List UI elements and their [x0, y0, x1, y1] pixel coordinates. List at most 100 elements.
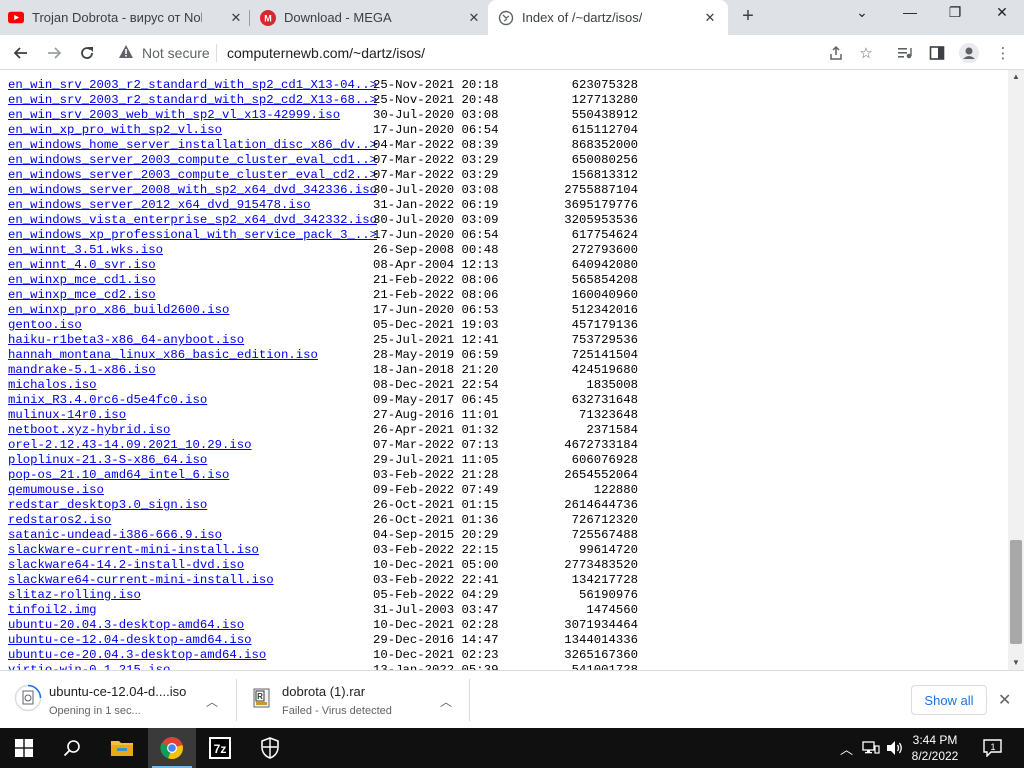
file-explorer-icon[interactable]: [98, 728, 146, 768]
scroll-down-arrow-icon[interactable]: ▼: [1008, 656, 1024, 670]
tab-index[interactable]: Index of /~dartz/isos/ ✕: [488, 0, 728, 35]
side-panel-icon[interactable]: [927, 43, 947, 63]
address-bar[interactable]: Not secure computernewb.com/~dartz/isos/: [108, 39, 888, 67]
reload-icon[interactable]: [76, 42, 98, 64]
new-tab-icon[interactable]: +: [738, 5, 758, 28]
file-link[interactable]: en_windows_server_2012_x64_dvd_915478.is…: [8, 198, 311, 213]
system-clock[interactable]: 3:44 PM 8/2/2022: [905, 732, 965, 764]
file-link[interactable]: en_winnt_3.51.wks.iso: [8, 243, 163, 258]
file-link[interactable]: en_windows_xp_professional_with_service_…: [8, 228, 377, 243]
file-size: 457179136: [571, 318, 638, 332]
file-link[interactable]: en_windows_home_server_installation_disc…: [8, 138, 377, 153]
file-link[interactable]: michalos.iso: [8, 378, 97, 393]
vertical-scrollbar[interactable]: ▲ ▼: [1008, 70, 1024, 670]
chrome-taskbar-icon[interactable]: [148, 728, 196, 768]
volume-icon[interactable]: [886, 728, 904, 768]
tab-close-icon[interactable]: ✕: [466, 10, 482, 26]
file-link[interactable]: slitaz-rolling.iso: [8, 588, 141, 603]
file-link[interactable]: satanic-undead-i386-666.9.iso: [8, 528, 222, 543]
show-all-button[interactable]: Show all: [911, 685, 987, 715]
file-link[interactable]: en_windows_vista_enterprise_sp2_x64_dvd_…: [8, 213, 377, 228]
file-link[interactable]: en_win_srv_2003_r2_standard_with_sp2_cd2…: [8, 93, 377, 108]
file-link[interactable]: ubuntu-20.04.3-desktop-amd64.iso: [8, 618, 244, 633]
scrollbar-thumb[interactable]: [1010, 540, 1022, 644]
show-hidden-icons-chevron-icon[interactable]: ︿: [840, 728, 853, 768]
download-filename: dobrota (1).rar: [282, 684, 366, 699]
file-link[interactable]: en_winnt_4.0_svr.iso: [8, 258, 156, 273]
file-link[interactable]: mulinux-14r0.iso: [8, 408, 126, 423]
warning-icon[interactable]: [118, 44, 134, 62]
kebab-menu-icon[interactable]: ⋮: [993, 43, 1013, 63]
file-size: 615112704: [571, 123, 638, 137]
file-link[interactable]: tinfoil2.img: [8, 603, 97, 618]
tab-youtube[interactable]: Trojan Dobrota - вирус от NolikT ✕: [8, 0, 246, 35]
profile-avatar-icon[interactable]: [959, 43, 979, 63]
file-link[interactable]: en_win_srv_2003_web_with_sp2_vl_x13-4299…: [8, 108, 340, 123]
file-link[interactable]: en_windows_server_2003_compute_cluster_e…: [8, 168, 377, 183]
file-date: 10-Dec-2021 02:23: [373, 648, 499, 662]
download-item[interactable]: R dobrota (1).rar Failed - Virus detecte…: [237, 671, 469, 729]
media-controls-icon[interactable]: [895, 43, 915, 63]
file-link[interactable]: en_win_xp_pro_with_sp2_vl.iso: [8, 123, 222, 138]
search-icon[interactable]: [48, 728, 96, 768]
file-link[interactable]: ploplinux-21.3-S-x86_64.iso: [8, 453, 207, 468]
share-icon[interactable]: [826, 43, 846, 63]
url-text[interactable]: computernewb.com/~dartz/isos/: [227, 45, 425, 61]
tab-search-chevron-icon[interactable]: ⌄: [852, 4, 872, 21]
file-link[interactable]: netboot.xyz-hybrid.iso: [8, 423, 170, 438]
restore-icon[interactable]: ❐: [945, 4, 965, 21]
tab-close-icon[interactable]: ✕: [702, 10, 718, 26]
file-link[interactable]: gentoo.iso: [8, 318, 82, 333]
file-link[interactable]: orel-2.12.43-14.09.2021_10.29.iso: [8, 438, 252, 453]
file-size: 1344014336: [564, 633, 638, 647]
file-size: 2773483520: [564, 558, 638, 572]
file-link[interactable]: pop-os_21.10_amd64_intel_6.iso: [8, 468, 229, 483]
back-arrow-icon[interactable]: [10, 42, 32, 64]
close-download-bar-icon[interactable]: ✕: [998, 690, 1011, 710]
windows-security-icon[interactable]: [246, 728, 294, 768]
file-link[interactable]: en_winxp_mce_cd2.iso: [8, 288, 156, 303]
tab-close-icon[interactable]: ✕: [228, 10, 244, 26]
file-link[interactable]: ubuntu-ce-12.04-desktop-amd64.iso: [8, 633, 252, 648]
file-link[interactable]: hannah_montana_linux_x86_basic_edition.i…: [8, 348, 318, 363]
file-link[interactable]: ubuntu-ce-20.04.3-desktop-amd64.iso: [8, 648, 266, 663]
file-size: 3695179776: [564, 198, 638, 212]
minimize-icon[interactable]: —: [900, 4, 920, 20]
svg-text:M: M: [264, 13, 272, 23]
file-date: 17-Jun-2020 06:54: [373, 228, 499, 242]
file-date: 29-Dec-2016 14:47: [373, 633, 499, 647]
start-button[interactable]: [0, 728, 48, 768]
file-size: 99614720: [578, 543, 638, 557]
scroll-up-arrow-icon[interactable]: ▲: [1008, 70, 1024, 84]
file-link[interactable]: en_winxp_pro_x86_build2600.iso: [8, 303, 229, 318]
chevron-up-icon[interactable]: ︿: [206, 693, 218, 710]
file-link[interactable]: redstar_desktop3.0_sign.iso: [8, 498, 207, 513]
file-link[interactable]: qemumouse.iso: [8, 483, 104, 498]
forward-arrow-icon[interactable]: [43, 42, 65, 64]
tab-mega[interactable]: M Download - MEGA ✕: [252, 0, 488, 35]
close-window-icon[interactable]: ✕: [992, 4, 1012, 21]
file-link[interactable]: mandrake-5.1-x86.iso: [8, 363, 156, 378]
notification-center-icon[interactable]: 1: [983, 728, 1003, 768]
network-icon[interactable]: [862, 728, 880, 768]
clock-time: 3:44 PM: [912, 733, 958, 747]
file-link[interactable]: haiku-r1beta3-x86_64-anyboot.iso: [8, 333, 244, 348]
file-link[interactable]: slackware-current-mini-install.iso: [8, 543, 259, 558]
file-size: 134217728: [571, 573, 638, 587]
download-item[interactable]: ubuntu-ce-12.04-d....iso Opening in 1 se…: [0, 671, 236, 729]
chevron-up-icon[interactable]: ︿: [440, 693, 452, 710]
file-link[interactable]: en_winxp_mce_cd1.iso: [8, 273, 156, 288]
youtube-icon: [8, 10, 24, 26]
file-link[interactable]: en_windows_server_2003_compute_cluster_e…: [8, 153, 377, 168]
file-link[interactable]: redstaros2.iso: [8, 513, 111, 528]
file-link[interactable]: en_win_srv_2003_r2_standard_with_sp2_cd1…: [8, 78, 377, 93]
security-status[interactable]: Not secure: [142, 45, 210, 61]
file-link[interactable]: slackware64-14.2-install-dvd.iso: [8, 558, 244, 573]
file-link[interactable]: virtio-win-0.1.215.iso: [8, 663, 170, 670]
file-link[interactable]: en_windows_server_2008_with_sp2_x64_dvd_…: [8, 183, 377, 198]
file-link[interactable]: slackware64-current-mini-install.iso: [8, 573, 274, 588]
7zip-icon[interactable]: 7z: [196, 728, 244, 768]
mega-icon: M: [260, 9, 276, 26]
file-link[interactable]: minix_R3.4.0rc6-d5e4fc0.iso: [8, 393, 207, 408]
bookmark-star-icon[interactable]: ☆: [856, 43, 876, 63]
